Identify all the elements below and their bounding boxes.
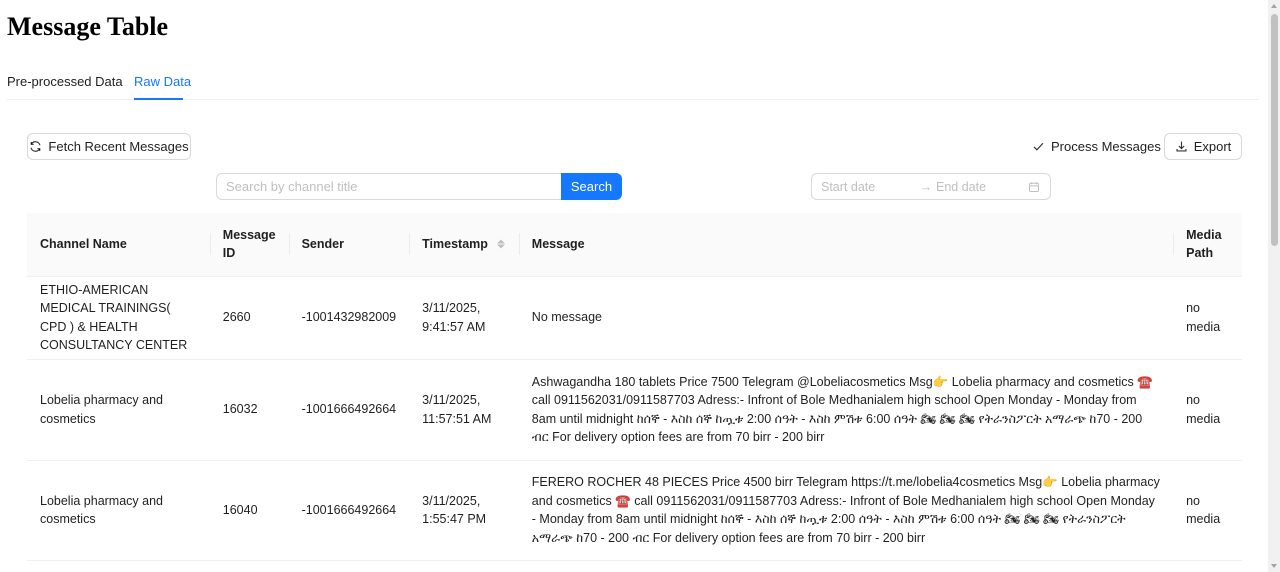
cell-sender: -1001432982009 [288,276,410,360]
active-tab-indicator [134,98,183,100]
reload-icon [29,140,42,153]
date-range-picker[interactable]: Start date → End date [811,173,1051,200]
cell-timestamp: 3/11/2025, 9:41:57 AM [409,276,519,360]
table-row: ETHIO-AMERICAN MEDICAL TRAININGS( CPD ) … [27,276,1242,360]
fetch-recent-messages-label: Fetch Recent Messages [48,139,189,154]
cell-message: FERERO ROCHER 48 PIECES Price 4500 birr … [518,460,1174,561]
search-input[interactable] [216,173,561,200]
cell-message-id: 2660 [209,276,289,360]
page-title: Message Table [7,12,169,41]
process-messages-label: Process Messages [1051,139,1161,154]
cell-message: Ashwagandha 180 tablets Price 7500 Teleg… [518,359,1174,461]
cell-sender: -1001666492664 [288,460,410,561]
check-icon [1032,140,1045,153]
cell-channel: Lobelia pharmacy and cosmetics [27,460,210,561]
cell-media-path: no media [1173,460,1242,561]
export-label: Export [1193,139,1232,154]
fetch-recent-messages-button[interactable]: Fetch Recent Messages [27,133,191,160]
scroll-down-icon[interactable] [1271,564,1277,568]
column-header-message-id: Message ID [209,213,289,277]
sort-icon[interactable] [496,239,505,249]
cell-media-path: no media [1173,359,1242,461]
cell-message-id: 16032 [209,359,289,461]
table-header-row: Channel Name Message ID Sender Timestamp… [27,213,1242,277]
scrollbar-thumb[interactable] [1271,14,1278,246]
column-header-message: Message [518,213,1174,277]
column-header-timestamp[interactable]: Timestamp [409,213,519,277]
table-row: Lobelia pharmacy and cosmetics 16040 -10… [27,460,1242,561]
tab-pre-processed-data[interactable]: Pre-processed Data [7,74,123,89]
arrow-right-icon: → [919,179,933,194]
column-header-media-path: Media Path [1173,213,1242,277]
cell-message: No message [518,276,1174,360]
cell-message-id: 16040 [209,460,289,561]
cell-sender: -1001666492664 [288,359,410,461]
search-button[interactable]: Search [561,173,622,200]
search-bar: Search [216,173,622,200]
vertical-scrollbar[interactable] [1268,0,1280,572]
export-button[interactable]: Export [1164,133,1242,160]
cell-channel: ETHIO-AMERICAN MEDICAL TRAININGS( CPD ) … [27,276,210,360]
end-date-input[interactable]: End date [936,180,1027,194]
start-date-input[interactable]: Start date [821,180,916,194]
cell-timestamp: 3/11/2025, 1:55:47 PM [409,460,519,561]
column-header-channel-name: Channel Name [27,213,210,277]
message-table: Channel Name Message ID Sender Timestamp… [27,213,1242,561]
tabs: Pre-processed Data Raw Data [7,66,1259,100]
calendar-icon [1027,181,1041,193]
column-header-sender: Sender [288,213,410,277]
tab-raw-data[interactable]: Raw Data [134,74,191,89]
process-messages-button[interactable]: Process Messages [1032,133,1161,160]
cell-timestamp: 3/11/2025, 11:57:51 AM [409,359,519,461]
cell-channel: Lobelia pharmacy and cosmetics [27,359,210,461]
table-row: Lobelia pharmacy and cosmetics 16032 -10… [27,359,1242,461]
download-icon [1175,140,1188,153]
scroll-up-icon[interactable] [1271,4,1277,8]
cell-media-path: no media [1173,276,1242,360]
